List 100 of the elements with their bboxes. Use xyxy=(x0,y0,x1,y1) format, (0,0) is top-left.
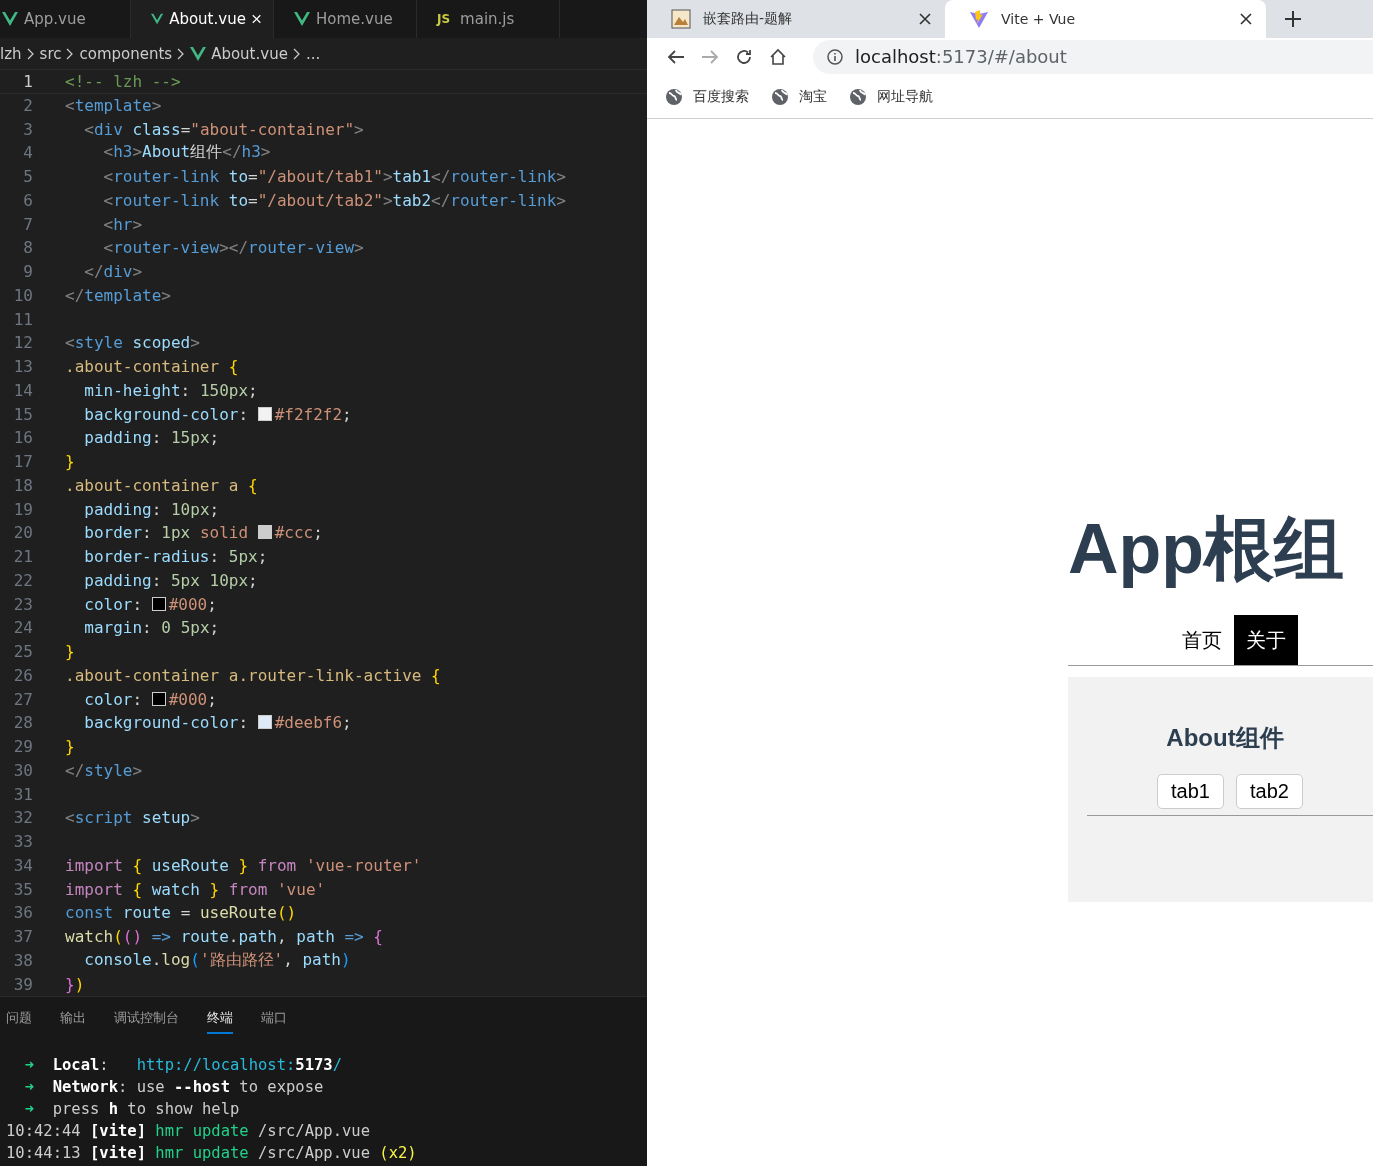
bookmark-link[interactable]: 淘宝 xyxy=(799,87,827,106)
nav-link[interactable]: 首页 xyxy=(1169,615,1234,665)
line-number: 31 xyxy=(12,784,33,804)
line-number: 28 xyxy=(12,713,33,733)
code-line: <h3>About组件</h3> xyxy=(102,142,271,164)
tab-link[interactable]: tab2 xyxy=(1236,774,1303,809)
home-icon[interactable] xyxy=(769,47,787,66)
panel-tab[interactable]: 输出 xyxy=(60,1008,86,1034)
about-heading: About组件 xyxy=(1165,723,1285,753)
line-number: 13 xyxy=(12,357,33,376)
line-number: 15 xyxy=(12,404,33,424)
code-line: <router-view></router-view> xyxy=(102,238,364,258)
vue-logo-icon xyxy=(190,46,207,61)
breadcrumb-item[interactable]: ... xyxy=(305,44,321,63)
chevron-right-icon xyxy=(177,47,186,60)
line-number: 26 xyxy=(12,665,33,685)
chevron-right-icon xyxy=(292,47,301,60)
js-file-icon: JS xyxy=(437,11,455,26)
vue-logo-icon xyxy=(2,11,18,26)
code-line: min-height: 150px; xyxy=(83,380,258,400)
line-number: 18 xyxy=(12,475,33,495)
bookmark-link[interactable]: 网址导航 xyxy=(877,87,933,106)
code-line: .about-container a { xyxy=(65,475,258,495)
code-line: border-radius: 5px; xyxy=(83,547,268,566)
nav-link[interactable]: 关于 xyxy=(1233,615,1298,665)
back-arrow-icon[interactable] xyxy=(667,48,685,65)
close-icon[interactable] xyxy=(1240,13,1252,25)
terminal-line: ➜ Local: http://localhost:5173/ xyxy=(23,1054,343,1076)
line-number: 4 xyxy=(22,143,33,163)
line-number: 36 xyxy=(12,903,33,923)
code-line: <router-link to="/about/tab1">tab1</router-link> xyxy=(102,167,566,186)
line-number: 16 xyxy=(12,428,33,448)
line-number: 22 xyxy=(12,570,33,590)
editor-tab[interactable]: About.vue xyxy=(131,0,274,38)
terminal-line: 10:42:44 [vite] hmr update /src/App.vue xyxy=(6,1120,371,1142)
editor-tab[interactable]: App.vue xyxy=(0,0,131,38)
line-number: 20 xyxy=(12,523,33,543)
line-number: 1 xyxy=(22,72,33,91)
code-line: } xyxy=(65,452,75,471)
line-number: 30 xyxy=(12,760,33,780)
panel-tab[interactable]: 调试控制台 xyxy=(114,1008,179,1034)
info-icon xyxy=(827,48,843,65)
line-number: 33 xyxy=(12,832,33,851)
chevron-right-icon xyxy=(66,47,75,60)
line-number: 8 xyxy=(22,238,33,258)
terminal-line: 10:44:13 [vite] hmr update /src/App.vue (x2) xyxy=(6,1142,418,1164)
code-line: watch(() => route.path, path => { xyxy=(65,927,383,946)
globe-icon xyxy=(665,87,683,106)
line-number: 25 xyxy=(12,642,33,661)
code-line: color: #000; xyxy=(83,594,217,614)
chevron-right-icon xyxy=(26,47,35,60)
terminal-line: ➜ Network: use --host to expose xyxy=(23,1076,325,1098)
vue-logo-icon xyxy=(294,11,310,26)
breadcrumb-item[interactable]: src xyxy=(39,44,62,63)
close-icon[interactable] xyxy=(919,13,931,25)
code-line: .about-container { xyxy=(65,357,239,376)
code-line: background-color: #f2f2f2; xyxy=(83,404,352,424)
code-line: console.log('路由路径', path) xyxy=(83,949,351,971)
close-icon[interactable] xyxy=(251,12,261,25)
code-line: </div> xyxy=(83,262,143,281)
line-number: 27 xyxy=(12,689,33,709)
code-line: background-color: #deebf6; xyxy=(83,713,352,733)
browser-tab[interactable]: 嵌套路由-题解 xyxy=(647,0,945,38)
breadcrumb-item[interactable]: components xyxy=(79,44,173,63)
panel-tab[interactable]: 问题 xyxy=(6,1008,32,1034)
new-tab-icon[interactable] xyxy=(1284,10,1302,28)
terminal-line: ➜ press h to show help xyxy=(23,1098,241,1120)
line-number: 21 xyxy=(12,547,33,566)
line-number: 2 xyxy=(22,95,33,115)
vite-logo-icon xyxy=(969,9,989,29)
panel-tab[interactable]: 终端 xyxy=(207,1008,233,1034)
line-number: 23 xyxy=(12,594,33,614)
reload-icon[interactable] xyxy=(735,47,753,66)
code-line: }) xyxy=(65,974,85,994)
breadcrumb-item[interactable]: lzh xyxy=(0,44,22,63)
code-line: border: 1px solid #ccc; xyxy=(83,523,323,543)
code-line: import { useRoute } from 'vue-router' xyxy=(65,855,422,875)
code-line: padding: 10px; xyxy=(83,499,220,519)
browser-tab[interactable]: Vite + Vue xyxy=(945,0,1266,38)
code-line: </template> xyxy=(65,285,171,305)
line-number: 12 xyxy=(12,333,33,353)
line-number: 39 xyxy=(12,974,33,994)
bookmark-link[interactable]: 百度搜索 xyxy=(693,87,749,106)
panel-tab[interactable]: 端口 xyxy=(261,1008,287,1034)
line-number: 35 xyxy=(12,879,33,899)
line-number: 14 xyxy=(12,380,33,400)
code-line: padding: 5px 10px; xyxy=(83,570,258,590)
breadcrumb-item[interactable]: About.vue xyxy=(211,44,288,63)
code-line: <style scoped> xyxy=(65,333,200,353)
code-line: <hr> xyxy=(102,214,143,234)
line-number: 5 xyxy=(22,167,33,186)
code-line: padding: 15px; xyxy=(83,428,220,448)
vue-logo-icon xyxy=(151,11,164,26)
tab-link[interactable]: tab1 xyxy=(1157,774,1224,809)
code-line: .about-container a.router-link-active { xyxy=(65,665,441,685)
code-line: <template> xyxy=(65,95,162,115)
code-line: </style> xyxy=(65,760,143,780)
page-heading: App根组 xyxy=(1068,509,1346,589)
code-line: <router-link to="/about/tab2">tab2</router-link> xyxy=(102,190,566,210)
address-bar[interactable]: localhost:5173/#/about xyxy=(813,39,1373,74)
